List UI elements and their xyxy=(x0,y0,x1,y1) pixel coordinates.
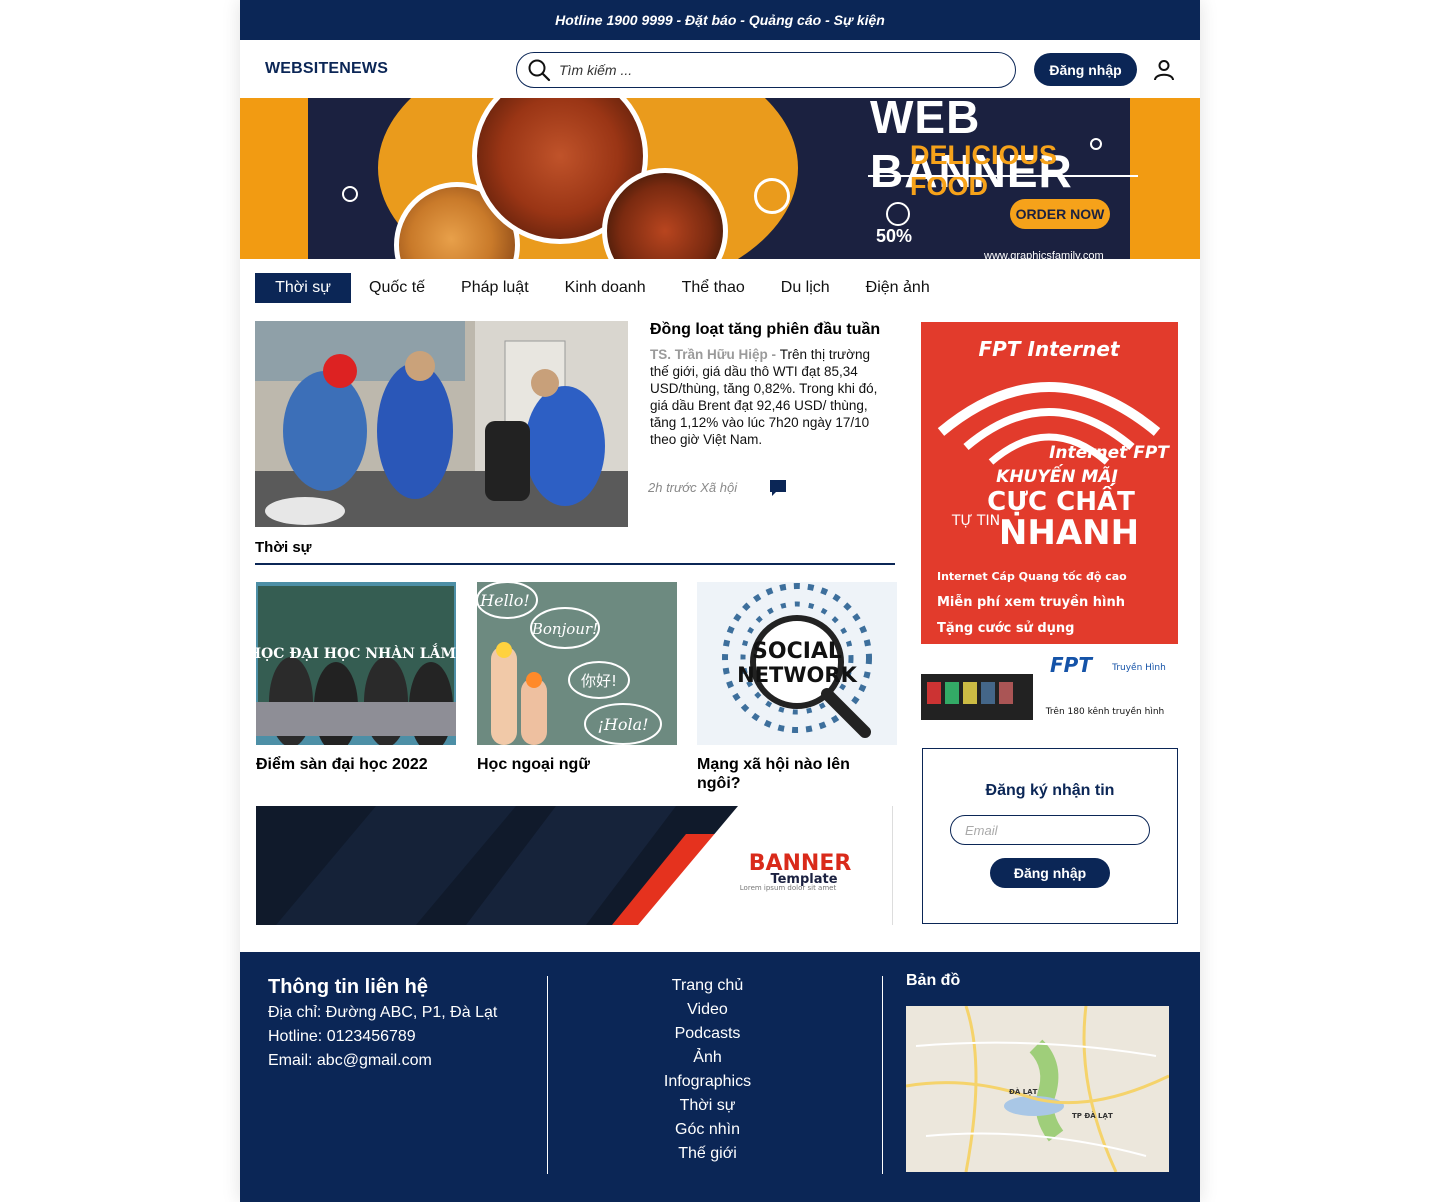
speech-nihao: 你好! xyxy=(581,672,617,690)
footer: Thông tin liên hệ Địa chỉ: Đường ABC, P1… xyxy=(240,952,1200,1202)
fpt-bullet-1: Internet Cáp Quang tốc độ cao xyxy=(937,570,1127,583)
hero-subtitle: DELICIOUS FOOD xyxy=(910,140,1058,201)
fpt-line2: KHUYẾN MÃI xyxy=(996,463,1118,487)
user-icon[interactable] xyxy=(1152,58,1176,82)
section-divider xyxy=(255,563,895,565)
footer-link-trang-chu[interactable]: Trang chủ xyxy=(640,974,775,998)
decor-circle xyxy=(754,178,790,214)
footer-link-the-gioi[interactable]: Thế giới xyxy=(640,1142,775,1166)
decor-circle xyxy=(342,186,358,202)
hero-divider xyxy=(868,175,1138,177)
fpt-tv: Truyền Hình xyxy=(1111,662,1166,673)
tab-dien-anh[interactable]: Điện ảnh xyxy=(848,273,948,303)
banner-template-ad[interactable]: BANNER Template Lorem ipsum dolor sit am… xyxy=(256,806,894,925)
social-text: SOCIAL xyxy=(752,639,842,664)
hero-discount: 50% xyxy=(876,226,913,246)
featured-meta: 2h trước Xã hội xyxy=(648,480,738,495)
tab-quoc-te[interactable]: Quốc tế xyxy=(351,273,443,303)
site-logo[interactable]: WEBSITENEWS xyxy=(265,60,388,78)
footer-links: Trang chủ Video Podcasts Ảnh Infographic… xyxy=(640,974,775,1166)
fpt-bullet-2: Miễn phí xem truyền hình xyxy=(937,595,1125,610)
fpt-internet-ad[interactable]: FPT Internet Internet FPT KHUYẾN MÃI CỰC… xyxy=(921,322,1178,720)
fpt-bullet-3: Tặng cước sử dụng xyxy=(937,621,1075,636)
banner-template-small: Lorem ipsum dolor sit amet xyxy=(740,884,837,892)
map-label-tp-dalat: TP ĐÀ LẠT xyxy=(1072,1111,1113,1120)
fpt-line5: NHANH xyxy=(999,513,1139,553)
footer-link-thoi-su[interactable]: Thời sự xyxy=(640,1094,775,1118)
search-box[interactable] xyxy=(516,52,1016,88)
footer-link-podcasts[interactable]: Podcasts xyxy=(640,1022,775,1046)
speech-hello: Hello! xyxy=(479,591,530,610)
newsletter-email-input[interactable] xyxy=(950,815,1150,845)
banner-divider xyxy=(892,806,893,925)
svg-text:FPT: FPT xyxy=(1050,653,1093,677)
order-now-button[interactable]: ORDER NOW xyxy=(1010,199,1110,229)
hero-food-banner[interactable]: WEB BANNER DELICIOUS FOOD ORDER NOW 50% … xyxy=(240,98,1200,259)
footer-link-anh[interactable]: Ảnh xyxy=(640,1046,775,1070)
section-title: Thời sự xyxy=(255,539,312,556)
footer-hotline: Hotline: 0123456789 xyxy=(268,1028,416,1045)
fpt-line1: Internet FPT xyxy=(1049,443,1170,463)
speech-hola: ¡Hola! xyxy=(597,715,648,734)
footer-map[interactable]: ĐÀ LẠT TP ĐÀ LẠT xyxy=(906,1006,1169,1172)
header: WEBSITENEWS Đăng nhập xyxy=(240,40,1200,98)
news-card[interactable]: SOCIAL NETWORK Mạng xã hội nào lên ngôi? xyxy=(697,582,897,793)
featured-author: TS. Trần Hữu Hiệp - xyxy=(650,347,780,362)
newsletter-box: Đăng ký nhận tin Đăng nhập xyxy=(922,748,1178,924)
newsletter-title: Đăng ký nhận tin xyxy=(985,782,1115,799)
fpt-line4: TỰ TIN xyxy=(951,513,1000,529)
category-nav: Thời sự Quốc tế Pháp luật Kinh doanh Thể… xyxy=(255,273,948,303)
tab-thoi-su[interactable]: Thời sự xyxy=(255,273,351,303)
footer-address: Địa chỉ: Đường ABC, P1, Đà Lạt xyxy=(268,1004,498,1021)
tab-kinh-doanh[interactable]: Kinh doanh xyxy=(547,273,664,303)
search-input[interactable] xyxy=(559,62,979,78)
footer-map-title: Bản đồ xyxy=(906,972,961,989)
featured-article-image[interactable] xyxy=(255,321,628,527)
footer-contact-title: Thông tin liên hệ xyxy=(268,976,428,998)
featured-body-text: Trên thị trường thế giới, giá dầu thô WT… xyxy=(650,347,878,447)
footer-link-infographics[interactable]: Infographics xyxy=(640,1070,775,1094)
news-card-image[interactable]: HỌC ĐẠI HỌC NHÀN LẮM? xyxy=(256,582,456,745)
fpt-line3: CỰC CHẤT xyxy=(987,481,1135,517)
news-card-caption[interactable]: Điểm sàn đại học 2022 xyxy=(256,755,456,774)
footer-link-video[interactable]: Video xyxy=(640,998,775,1022)
tab-phap-luat[interactable]: Pháp luật xyxy=(443,273,547,303)
tab-du-lich[interactable]: Du lịch xyxy=(763,273,848,303)
top-hotline-bar: Hotline 1900 9999 - Đặt báo - Quảng cáo … xyxy=(240,0,1200,40)
featured-article-title[interactable]: Đồng loạt tăng phiên đầu tuần xyxy=(650,321,880,339)
login-button[interactable]: Đăng nhập xyxy=(1034,53,1137,86)
footer-divider xyxy=(547,976,548,1174)
footer-link-goc-nhin[interactable]: Góc nhìn xyxy=(640,1118,775,1142)
footer-divider xyxy=(882,976,883,1174)
decor-circle xyxy=(886,202,910,226)
hero-url: www.graphicsfamily.com xyxy=(984,250,1104,259)
newsletter-submit-button[interactable]: Đăng nhập xyxy=(990,858,1110,888)
tab-the-thao[interactable]: Thể thao xyxy=(664,273,763,303)
footer-email: Email: abc@gmail.com xyxy=(268,1052,432,1069)
news-card-caption[interactable]: Mạng xã hội nào lên ngôi? xyxy=(697,755,897,793)
news-card[interactable]: HỌC ĐẠI HỌC NHÀN LẮM? Điểm sàn đại học 2… xyxy=(256,582,456,774)
hero-banner-panel: WEB BANNER DELICIOUS FOOD ORDER NOW 50% … xyxy=(308,98,1138,259)
fpt-channels: Trên 180 kênh truyền hình xyxy=(1045,706,1165,717)
page: Hotline 1900 9999 - Đặt báo - Quảng cáo … xyxy=(240,0,1200,1202)
speech-bonjour: Bonjour! xyxy=(531,620,598,638)
comment-icon[interactable] xyxy=(768,478,788,498)
search-icon[interactable] xyxy=(527,58,551,82)
hotline-text: Hotline 1900 9999 - Đặt báo - Quảng cáo … xyxy=(555,12,885,28)
news-card-caption[interactable]: Học ngoại ngữ xyxy=(477,755,677,774)
fpt-brand: FPT Internet xyxy=(979,337,1121,361)
news-card-image[interactable]: Hello! Bonjour! 你好! ¡Hola! xyxy=(477,582,677,745)
map-label-dalat: ĐÀ LẠT xyxy=(1009,1087,1038,1096)
news-card-image[interactable]: SOCIAL NETWORK xyxy=(697,582,897,745)
news-card[interactable]: Hello! Bonjour! 你好! ¡Hola! Học ngoại ngữ xyxy=(477,582,677,774)
network-text: NETWORK xyxy=(737,663,857,687)
featured-article-summary: TS. Trần Hữu Hiệp - Trên thị trường thế … xyxy=(650,346,892,448)
